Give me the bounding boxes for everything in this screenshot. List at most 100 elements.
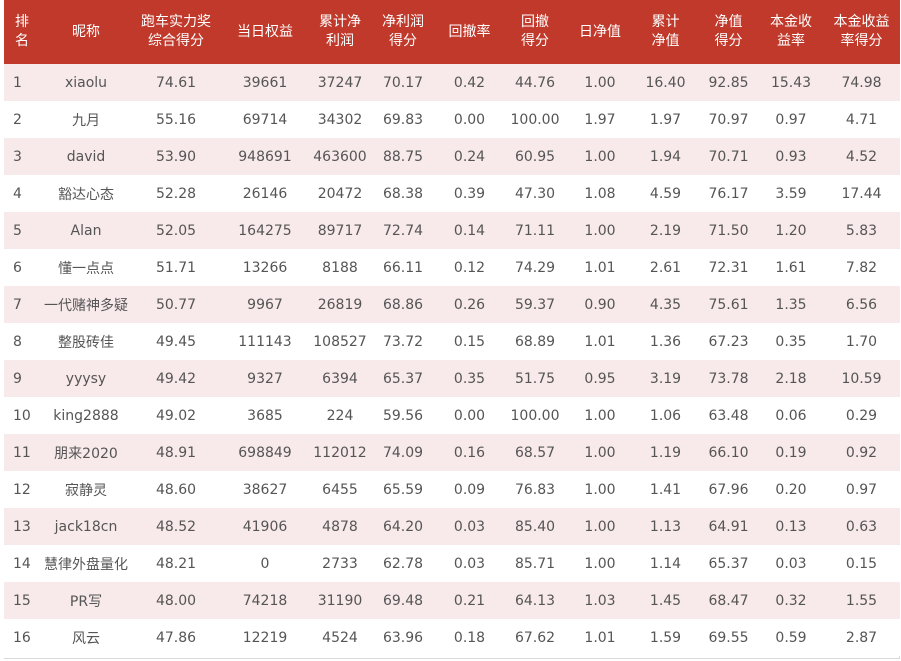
- table-row: 15 PR写 48.00 74218 31190 69.48 0.21 64.13 1.03 1.…: [4, 582, 900, 619]
- cell-principal-return-rate: 0.06: [775, 407, 807, 424]
- header-row: 排名昵称 跑车实力奖 综合得分 当日权益 累计净 利润 净利润 得分 回撤率 回撤 得分 日净值 累计净…: [4, 0, 900, 64]
- column-header-cumulative-nav: 累计 净值: [633, 0, 698, 64]
- cell-nav-score: 64.91: [708, 518, 749, 535]
- cell-rank: 8: [13, 333, 22, 350]
- cell-principal-return-rate: 0.19: [775, 444, 807, 461]
- cell-nickname: 整股砖佳: [58, 334, 114, 351]
- cell-net-profit-score: 66.11: [382, 259, 424, 276]
- cell-nickname: david: [66, 148, 106, 165]
- cell-principal-return-score: 6.56: [845, 296, 878, 313]
- cell-drawdown-score: 67.62: [514, 629, 556, 646]
- cell-cumulative-net-profit: 224: [326, 407, 354, 424]
- cell-principal-return-rate: 3.59: [775, 185, 807, 202]
- cell-principal-return-score: 4.52: [845, 148, 878, 165]
- cell-daily-nav: 0.90: [584, 296, 616, 313]
- cell-drawdown-rate: 0.00: [453, 111, 486, 128]
- cell-drawdown-score: 60.95: [514, 148, 556, 165]
- column-header-label: 日净值: [579, 23, 621, 40]
- cell-rank: 1: [13, 74, 22, 91]
- cell-principal-return-rate: 0.97: [775, 111, 807, 128]
- cell-drawdown-score: 59.37: [514, 296, 556, 313]
- cell-daily-nav: 0.95: [584, 370, 616, 387]
- cell-overall-score: 48.21: [155, 555, 197, 572]
- cell-cumulative-net-profit: 4524: [322, 629, 358, 646]
- table-header: 排名昵称 跑车实力奖 综合得分 当日权益 累计净 利润 净利润 得分 回撤率 回撤 得分 日净值 累计净…: [4, 0, 900, 64]
- cell-principal-return-score: 1.70: [845, 333, 878, 350]
- cell-nav-score: 75.61: [708, 296, 749, 313]
- column-header-label: 跑车实力奖: [141, 14, 211, 30]
- cell-cumulative-nav: 1.36: [649, 333, 682, 350]
- cell-drawdown-rate: 0.00: [453, 407, 486, 424]
- cell-drawdown-score: 100.00: [510, 407, 560, 424]
- cell-drawdown-score: 76.83: [514, 481, 556, 498]
- cell-nav-score: 76.17: [708, 185, 749, 202]
- cell-overall-score: 51.71: [155, 259, 197, 276]
- cell-net-profit-score: 72.74: [382, 222, 424, 239]
- cell-rank: 9: [13, 370, 22, 387]
- cell-daily-equity: 698849: [238, 444, 292, 461]
- cell-cumulative-net-profit: 2733: [322, 555, 358, 572]
- cell-daily-equity: 74218: [242, 592, 288, 609]
- cell-daily-equity: 9967: [247, 296, 283, 313]
- column-header-label: 综合得分: [148, 33, 204, 49]
- cell-drawdown-score: 85.71: [514, 555, 556, 572]
- cell-net-profit-score: 70.17: [382, 74, 424, 91]
- cell-cumulative-net-profit: 8188: [322, 259, 358, 276]
- column-header-label: 净利润: [382, 14, 424, 30]
- cell-nickname: 风云: [72, 630, 100, 647]
- column-header-label: 益率: [777, 33, 805, 49]
- cell-cumulative-nav: 2.61: [649, 259, 682, 276]
- cell-daily-equity: 3685: [247, 407, 283, 424]
- cell-cumulative-net-profit: 34302: [317, 111, 363, 128]
- cell-net-profit-score: 73.72: [382, 333, 424, 350]
- cell-principal-return-score: 4.71: [845, 111, 878, 128]
- cell-cumulative-nav: 1.19: [649, 444, 682, 461]
- table-row: 12 寂静灵 48.60 38627 6455 65.59 0.09 76.83 1.00 1.4…: [4, 471, 900, 508]
- cell-drawdown-rate: 0.09: [453, 481, 486, 498]
- cell-drawdown-rate: 0.21: [453, 592, 486, 609]
- ranking-table: 排名昵称 跑车实力奖 综合得分 当日权益 累计净 利润 净利润 得分 回撤率 回撤 得分 日净值 累计净…: [4, 0, 900, 656]
- cell-cumulative-net-profit: 26819: [317, 296, 363, 313]
- cell-daily-nav: 1.97: [584, 111, 616, 128]
- cell-nickname: king2888: [53, 407, 119, 424]
- cell-net-profit-score: 69.83: [382, 111, 424, 128]
- cell-nav-score: 68.47: [708, 592, 749, 609]
- cell-drawdown-rate: 0.16: [453, 444, 486, 461]
- table-row: 5 Alan 52.05 164275 89717 72.74 0.14 71.11 1.00 2…: [4, 212, 900, 249]
- cell-rank: 10: [13, 407, 31, 424]
- cell-daily-equity: 948691: [238, 148, 292, 165]
- column-header-label: 累计: [651, 14, 680, 30]
- cell-overall-score: 49.02: [155, 407, 197, 424]
- cell-principal-return-score: 1.55: [845, 592, 878, 609]
- cell-principal-return-score: 0.97: [845, 481, 878, 498]
- column-header-label: 净值: [651, 33, 680, 49]
- table-body: 1 xiaolu 74.61 39661 37247 70.17 0.42 44.76 1.00…: [4, 64, 900, 656]
- table-row: 14 慧律外盘量化 48.21 0 2733 62.78 0.03 85.71 1.00 1.14…: [4, 545, 900, 582]
- cell-rank: 16: [13, 629, 31, 646]
- cell-net-profit-score: 68.38: [382, 185, 424, 202]
- cell-cumulative-nav: 3.19: [649, 370, 682, 387]
- column-header-nav-score: 净值 得分: [698, 0, 759, 64]
- cell-net-profit-score: 63.96: [382, 629, 424, 646]
- cell-overall-score: 52.28: [155, 185, 197, 202]
- cell-daily-equity: 13266: [242, 259, 288, 276]
- cell-cumulative-net-profit: 463600: [313, 148, 367, 165]
- cell-nickname: 朋来2020: [54, 445, 118, 462]
- column-header-overall-score: 跑车实力奖 综合得分: [132, 0, 220, 64]
- table-row: 13 jack18cn 48.52 41906 4878 64.20 0.03 85.40 1.…: [4, 508, 900, 545]
- column-header-label: 得分: [389, 33, 417, 49]
- table-row: 10 king2888 49.02 3685 224 59.56 0.00 100.00 1.0…: [4, 397, 900, 434]
- cell-nav-score: 66.10: [708, 444, 749, 461]
- cell-daily-nav: 1.00: [584, 444, 616, 461]
- column-header-label: 当日权益: [237, 23, 293, 40]
- column-header-principal-return-score: 本金收益 率得分: [823, 0, 900, 64]
- cell-cumulative-nav: 1.45: [649, 592, 682, 609]
- table-row: 16 风云 47.86 12219 4524 63.96 0.18 67.62 1.01 1.59…: [4, 619, 900, 656]
- column-header-net-profit-score: 净利润 得分: [370, 0, 436, 64]
- cell-daily-nav: 1.08: [584, 185, 616, 202]
- cell-net-profit-score: 65.37: [382, 370, 424, 387]
- cell-cumulative-nav: 16.40: [645, 74, 686, 91]
- cell-drawdown-rate: 0.12: [453, 259, 486, 276]
- cell-nickname: 九月: [72, 112, 100, 129]
- cell-nickname: 寂静灵: [65, 482, 107, 499]
